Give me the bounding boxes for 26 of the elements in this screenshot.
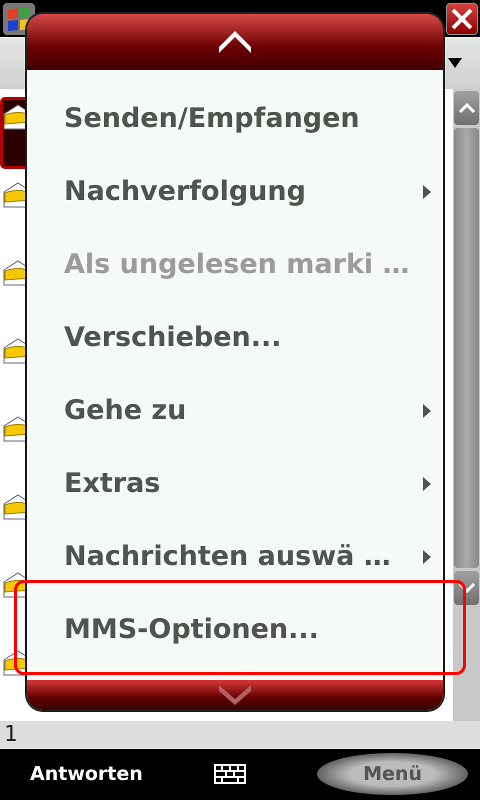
menu-item[interactable]: Senden/Empfangen	[27, 82, 443, 155]
menu-softkey[interactable]: Menü	[317, 753, 468, 796]
status-text: 1	[4, 722, 18, 748]
scroll-up-button[interactable]	[454, 90, 479, 125]
chevron-down-icon	[458, 582, 474, 593]
keyboard-icon[interactable]	[214, 764, 246, 784]
submenu-arrow-icon	[423, 184, 431, 198]
chevron-down-icon	[219, 685, 251, 705]
submenu-arrow-icon	[423, 404, 431, 418]
scroll-down-button[interactable]	[454, 570, 479, 605]
submenu-arrow-icon	[423, 550, 431, 564]
scrollbar-thumb[interactable]	[454, 128, 479, 568]
reply-softkey[interactable]: Antworten	[30, 753, 143, 796]
menu-item[interactable]: Nachverfolgung	[27, 155, 443, 228]
menu-scroll-down[interactable]	[27, 680, 443, 710]
close-button[interactable]	[446, 2, 478, 35]
menu-item[interactable]: Extras	[27, 447, 443, 520]
menu-scroll-up[interactable]	[27, 14, 443, 70]
dropdown-arrow-icon[interactable]	[448, 58, 462, 68]
menu-item[interactable]: Verschieben...	[27, 301, 443, 374]
chevron-up-icon	[458, 102, 474, 113]
submenu-arrow-icon	[423, 476, 431, 490]
chevron-up-icon	[219, 31, 251, 53]
menu-item[interactable]: Gehe zu	[27, 374, 443, 447]
menu-item[interactable]: Nachrichten auswä …	[27, 520, 443, 593]
menu-item[interactable]: MMS-Optionen...	[27, 593, 443, 666]
